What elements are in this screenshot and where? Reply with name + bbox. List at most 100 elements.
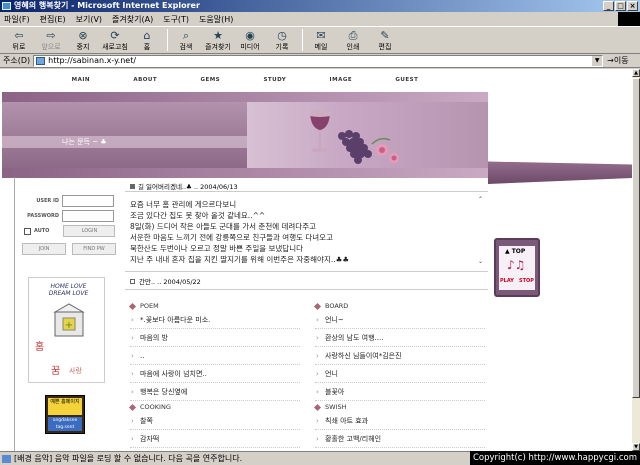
cooking-board: COOKING 찰쪽 감자떡 [128,402,300,448]
post-scroller[interactable]: ⌃ ⌄ [478,196,486,266]
list-item[interactable]: 행복은 당신옆에 [130,383,300,401]
promo-tag-dream: 꿈 [51,366,61,377]
list-item[interactable]: 찰쪽 [130,412,300,430]
join-button[interactable]: JOIN [22,243,66,255]
toolbar-separator [167,29,168,51]
nav-guest[interactable]: GUEST [395,77,418,89]
board-board-title[interactable]: BOARD [325,302,348,310]
scroll-down-icon[interactable]: ⌄ [478,258,483,265]
scroll-down-arrow[interactable]: ▼ [632,443,640,451]
go-button[interactable]: →이동 [607,55,628,66]
maximize-button[interactable]: □ [615,1,626,11]
login-button[interactable]: LOGIN [63,225,116,237]
address-dropdown-icon[interactable]: ▼ [592,55,603,66]
edit-icon: ✎ [380,28,390,42]
post2-title[interactable]: 간만.. .. 2004/05/22 [139,276,201,286]
search-button[interactable]: ⌕ 검색 [171,29,201,52]
badge-bottom: ongdaksee tag.sent [48,417,82,431]
list-item[interactable]: *.꽃보다 아름다운 미소. [130,311,300,329]
star-icon: ★ [213,28,223,42]
menu-tools[interactable]: 도구(T) [163,14,189,25]
media-button[interactable]: ◉ 미디어 [235,29,265,52]
diamond-icon [128,302,137,310]
board-board: BOARD 언니~ 환상의 남도 여행.... 사랑하신 님들이여*김은진 언니… [313,301,485,401]
site-badge[interactable]: 예쁜 홈페이지 ongdaksee tag.sent [45,395,85,434]
post-body: 요즘 너무 홈 관리에 게으르다보니 조금 있다간 집도 못 찾아 올것 같네요… [130,200,350,264]
list-item[interactable]: 칙쇄 아트 효과 [315,412,485,430]
banner-motto: 나는 문득 ~ ♣ [62,138,107,146]
mail-button[interactable]: ✉ 메일 [306,29,336,52]
list-item[interactable]: 마음의 방 [130,329,300,347]
find-password-button[interactable]: FIND PW [72,243,116,255]
list-item[interactable]: 환상의 남도 여행.... [315,329,485,347]
swish-board-title[interactable]: SWISH [325,403,346,411]
address-url: http://sabinan.x-y.net/ [48,55,137,65]
music-notes-icon: ♪♫ [507,258,526,272]
nav-about[interactable]: ABOUT [133,77,157,89]
print-button[interactable]: ⎙ 인쇄 [338,29,368,52]
page-viewport: MAIN ABOUT GEMS STUDY IMAGE GUEST 나는 문득 … [0,69,632,451]
stop-button[interactable]: ⊗ 중지 [68,29,98,52]
address-input[interactable]: http://sabinan.x-y.net/ ▼ [33,54,604,67]
history-icon: ◷ [277,28,287,42]
svg-text:+: + [65,320,73,331]
menu-favorites[interactable]: 즐겨찾기(A) [112,14,153,25]
list-item[interactable]: 사랑하신 님들이여*김은진 [315,347,485,365]
post-title[interactable]: 길 잃어버리겠네..♣ .. 2004/06/13 [138,181,238,191]
scroll-up-icon[interactable]: ⌃ [478,196,483,203]
userid-input[interactable] [62,195,114,207]
vertical-scrollbar[interactable]: ▲ ▼ [632,69,640,451]
status-page-icon [2,455,11,463]
refresh-button[interactable]: ⟳ 새로고침 [100,29,130,52]
play-button[interactable]: PLAY [500,278,514,284]
menu-bar: 파일(F) 편집(E) 보기(V) 즐겨찾기(A) 도구(T) 도움말(H) [0,12,640,26]
page-icon [36,56,46,65]
menu-view[interactable]: 보기(V) [76,14,102,25]
home-button[interactable]: ⌂ 홈 [132,29,162,52]
poem-board-title[interactable]: POEM [140,302,159,310]
nav-main[interactable]: MAIN [72,77,90,89]
list-item[interactable]: 블꽃아 [315,383,485,401]
menu-file[interactable]: 파일(F) [4,14,30,25]
cooking-board-title[interactable]: COOKING [140,403,171,411]
edit-button[interactable]: ✎ 편집 [370,29,400,52]
menu-edit[interactable]: 편집(E) [40,14,66,25]
list-item[interactable]: 황홀한 고백/리헤인 [315,430,485,448]
list-item[interactable]: .. [130,347,300,365]
history-button[interactable]: ◷ 기록 [267,29,297,52]
back-button[interactable]: ⇦ 뒤로 [4,29,34,52]
swish-board: SWISH 칙쇄 아트 효과 황홀한 고백/리헤인 [313,402,485,448]
forward-button[interactable]: ⇨ 앞으로 [36,29,66,52]
scroll-up-arrow[interactable]: ▲ [632,69,640,77]
login-form: USER ID PASSWORD AUTO LOGIN JOIN FIND PW [20,195,120,255]
top-button[interactable]: ▲ TOP [505,248,525,255]
favorites-button[interactable]: ★ 즐겨찾기 [203,29,233,52]
close-button[interactable]: × [627,1,638,11]
scroll-thumb[interactable] [632,78,640,398]
diamond-icon [313,403,322,411]
wine-grapes-image [310,110,399,164]
refresh-icon: ⟳ [110,28,120,42]
stop-music-button[interactable]: STOP [519,278,534,284]
latest-post: 길 잃어버리겠네..♣ .. 2004/06/13 요즘 너무 홈 관리에 게으… [130,181,488,265]
list-item[interactable]: 언니 [315,365,485,383]
address-bar: 주소(D) http://sabinan.x-y.net/ ▼ →이동 [0,54,640,68]
nav-gems[interactable]: GEMS [200,77,220,89]
auto-login-checkbox[interactable] [24,227,31,235]
media-icon: ◉ [245,28,255,42]
search-icon: ⌕ [182,28,190,42]
diamond-icon [128,403,137,411]
promo-image[interactable]: HOME LOVE DREAM LOVE + 홈 꿈 사랑 [28,277,105,383]
minimize-button[interactable]: _ [603,1,614,11]
list-item[interactable]: 언니~ [315,311,485,329]
list-item[interactable]: 마음에 사랑이 넘치면.. [130,365,300,383]
list-item[interactable]: 감자떡 [130,430,300,448]
site-nav: MAIN ABOUT GEMS STUDY IMAGE GUEST [0,77,490,89]
password-input[interactable] [62,210,114,222]
header-banner: 나는 문득 ~ ♣ [2,92,488,178]
menu-help[interactable]: 도움말(H) [199,14,233,25]
promo-text: HOME LOVE DREAM LOVE [48,283,89,297]
nav-image[interactable]: IMAGE [330,77,353,89]
promo-tag-home: 홈 [35,342,45,353]
nav-study[interactable]: STUDY [263,77,286,89]
